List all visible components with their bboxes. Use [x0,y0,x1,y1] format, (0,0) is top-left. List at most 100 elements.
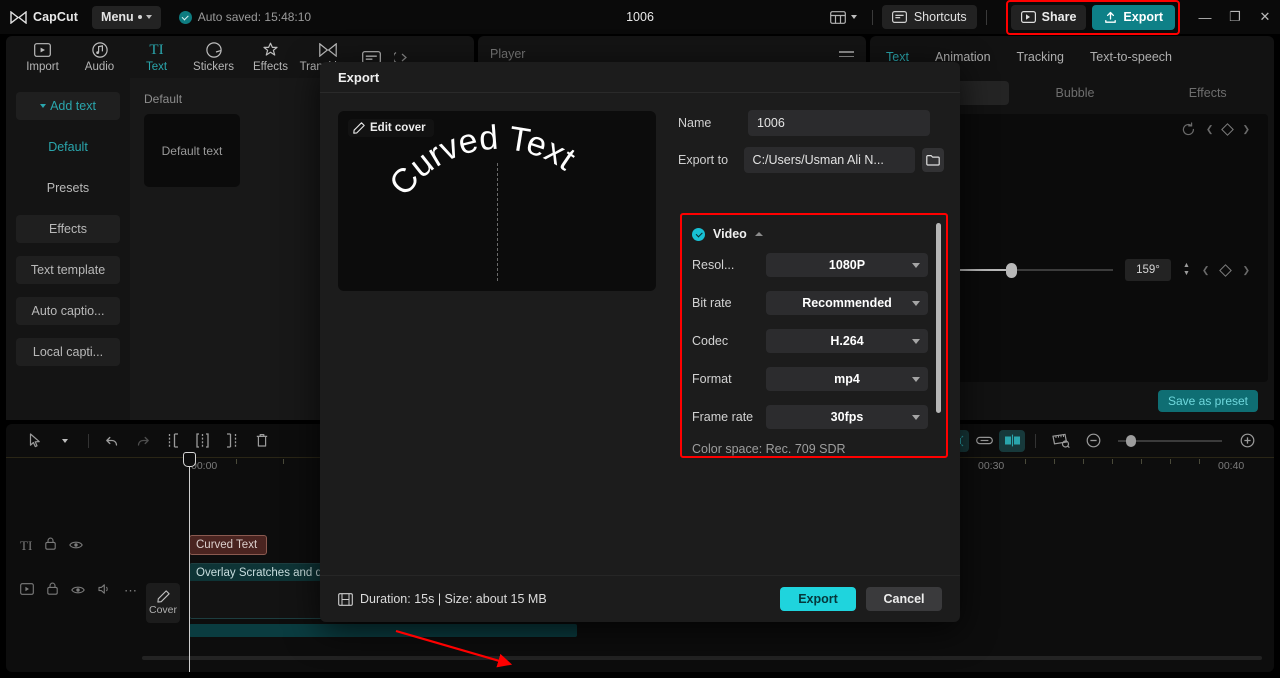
edit-cover-button[interactable]: Edit cover [348,119,434,137]
tab-tracking[interactable]: Tracking [1017,50,1064,64]
undo-icon[interactable] [97,428,127,454]
autosave-status: Auto saved: 15:48:10 [178,10,311,24]
timeline-clip-text[interactable]: Curved Text [189,535,267,555]
delete-icon[interactable] [247,428,277,454]
zoom-in-icon[interactable] [1232,428,1262,454]
export-button-topbar[interactable]: Export [1092,4,1175,30]
tab-text-to-speech[interactable]: Text-to-speech [1090,50,1172,64]
menu-button[interactable]: Menu [92,5,161,29]
split-icon[interactable] [187,428,217,454]
reset-icon[interactable] [1181,122,1196,137]
minimize-button[interactable]: — [1190,0,1220,34]
timeline-horizontal-scrollbar[interactable] [142,656,1262,660]
eye-icon[interactable] [69,537,84,555]
format-row: Format mp4 [688,366,946,392]
browse-folder-button[interactable] [921,148,944,172]
mirror-icon[interactable] [999,429,1025,452]
volume-icon[interactable] [98,582,111,600]
close-button[interactable]: ✕ [1250,0,1280,34]
export-path-input[interactable]: C:/Users/Usman Ali N... [743,147,915,173]
subtab-effects[interactable]: Effects [1141,81,1274,105]
bitrate-label: Bit rate [692,296,732,310]
tool-tab-import[interactable]: Import [14,42,71,73]
settings-scrollbar[interactable] [936,223,941,413]
split-right-icon[interactable] [217,428,247,454]
angle-stepper[interactable]: ▲ ▼ [1183,262,1190,277]
shortcuts-button[interactable]: Shortcuts [881,5,977,29]
resolution-select[interactable]: 1080P [766,253,928,277]
audio-icon [91,42,108,59]
sidebar-item-add-text[interactable]: Add text [16,92,120,120]
sidebar-item-label: Auto captio... [31,304,105,318]
export-confirm-button[interactable]: Export [780,587,856,611]
playhead-handle[interactable] [183,452,196,467]
divider [871,9,873,25]
keyframe-prev-icon[interactable]: ❮ [1202,265,1210,276]
export-settings-highlight: Video Resol... 1080P Bit rate Recommende… [680,213,948,458]
maximize-button[interactable]: ❐ [1220,0,1250,34]
format-select[interactable]: mp4 [766,367,928,391]
sidebar-item-default[interactable]: Default [16,133,120,161]
video-checkbox[interactable] [692,227,705,241]
keyframe-prev-icon[interactable]: ❮ [1206,124,1214,135]
player-menu-icon[interactable] [839,50,854,58]
tool-tab-stickers[interactable]: Stickers [185,42,242,73]
select-tool-dropdown-icon[interactable] [50,428,80,454]
color-space-label: Color space: Rec. 709 SDR [692,442,846,456]
tool-tab-audio[interactable]: Audio [71,42,128,73]
slider-knob[interactable] [1006,263,1017,278]
cancel-button[interactable]: Cancel [866,587,942,611]
sidebar-item-effects[interactable]: Effects [16,215,120,243]
share-button[interactable]: Share [1010,4,1087,30]
angle-value-input[interactable]: 159° [1124,259,1171,281]
lock-icon[interactable] [47,582,58,600]
select-tool-icon[interactable] [20,428,50,454]
sidebar-item-presets[interactable]: Presets [16,174,120,202]
timeline-zoom-slider[interactable] [1118,434,1222,447]
redo-icon[interactable] [127,428,157,454]
sidebar-item-text-template[interactable]: Text template [16,256,120,284]
layout-button[interactable] [824,10,863,24]
format-label: Format [692,372,732,386]
resolution-row: Resol... 1080P [688,252,946,278]
upload-icon [1105,11,1117,23]
collapse-video-icon[interactable] [754,232,763,236]
default-text-card[interactable]: Default text [144,114,240,187]
lock-icon[interactable] [45,537,57,555]
save-as-preset-button[interactable]: Save as preset [1157,390,1258,412]
chevron-down-icon [912,262,920,268]
export-dialog: Export Curved Text Edit cover Name 1006 … [320,62,960,622]
eye-icon[interactable] [71,582,85,600]
export-label: Export [1123,10,1163,24]
keyframe-icon[interactable] [1221,123,1235,136]
keyframe-icon[interactable] [1219,263,1233,277]
timeline-clip-audio[interactable] [189,624,577,637]
tool-tab-label: Audio [84,60,115,73]
codec-select[interactable]: H.264 [766,329,928,353]
more-options-icon[interactable]: ⋯ [124,583,138,599]
keyframe-next-icon[interactable]: ❯ [1242,124,1250,135]
chevron-down-icon [912,376,920,382]
sidebar-item-local-captions[interactable]: Local capti... [16,338,120,366]
caret-down-icon [40,104,47,108]
sidebar-item-auto-captions[interactable]: Auto captio... [16,297,120,325]
bitrate-select[interactable]: Recommended [766,291,928,315]
framerate-select[interactable]: 30fps [766,405,928,429]
cover-preview[interactable]: Curved Text Edit cover [338,111,656,291]
zoom-slider-knob[interactable] [1126,434,1136,447]
adjust-icon[interactable] [1046,428,1076,454]
link-icon[interactable] [971,430,997,452]
tool-tab-text[interactable]: TI Text [128,42,185,73]
keyframe-next-icon[interactable]: ❯ [1242,265,1250,276]
zoom-out-icon[interactable] [1078,428,1108,454]
split-left-icon[interactable] [157,428,187,454]
subtab-bubble[interactable]: Bubble [1009,81,1142,105]
share-label: Share [1041,10,1077,24]
sidebar-item-label: Effects [49,222,87,236]
edit-cover-label: Edit cover [370,122,426,134]
tool-tab-effects[interactable]: Effects [242,42,299,73]
app-logo-text: CapCut [33,10,79,24]
cover-button[interactable]: Cover [146,583,180,623]
playhead[interactable] [183,452,196,672]
name-input[interactable]: 1006 [748,110,930,136]
